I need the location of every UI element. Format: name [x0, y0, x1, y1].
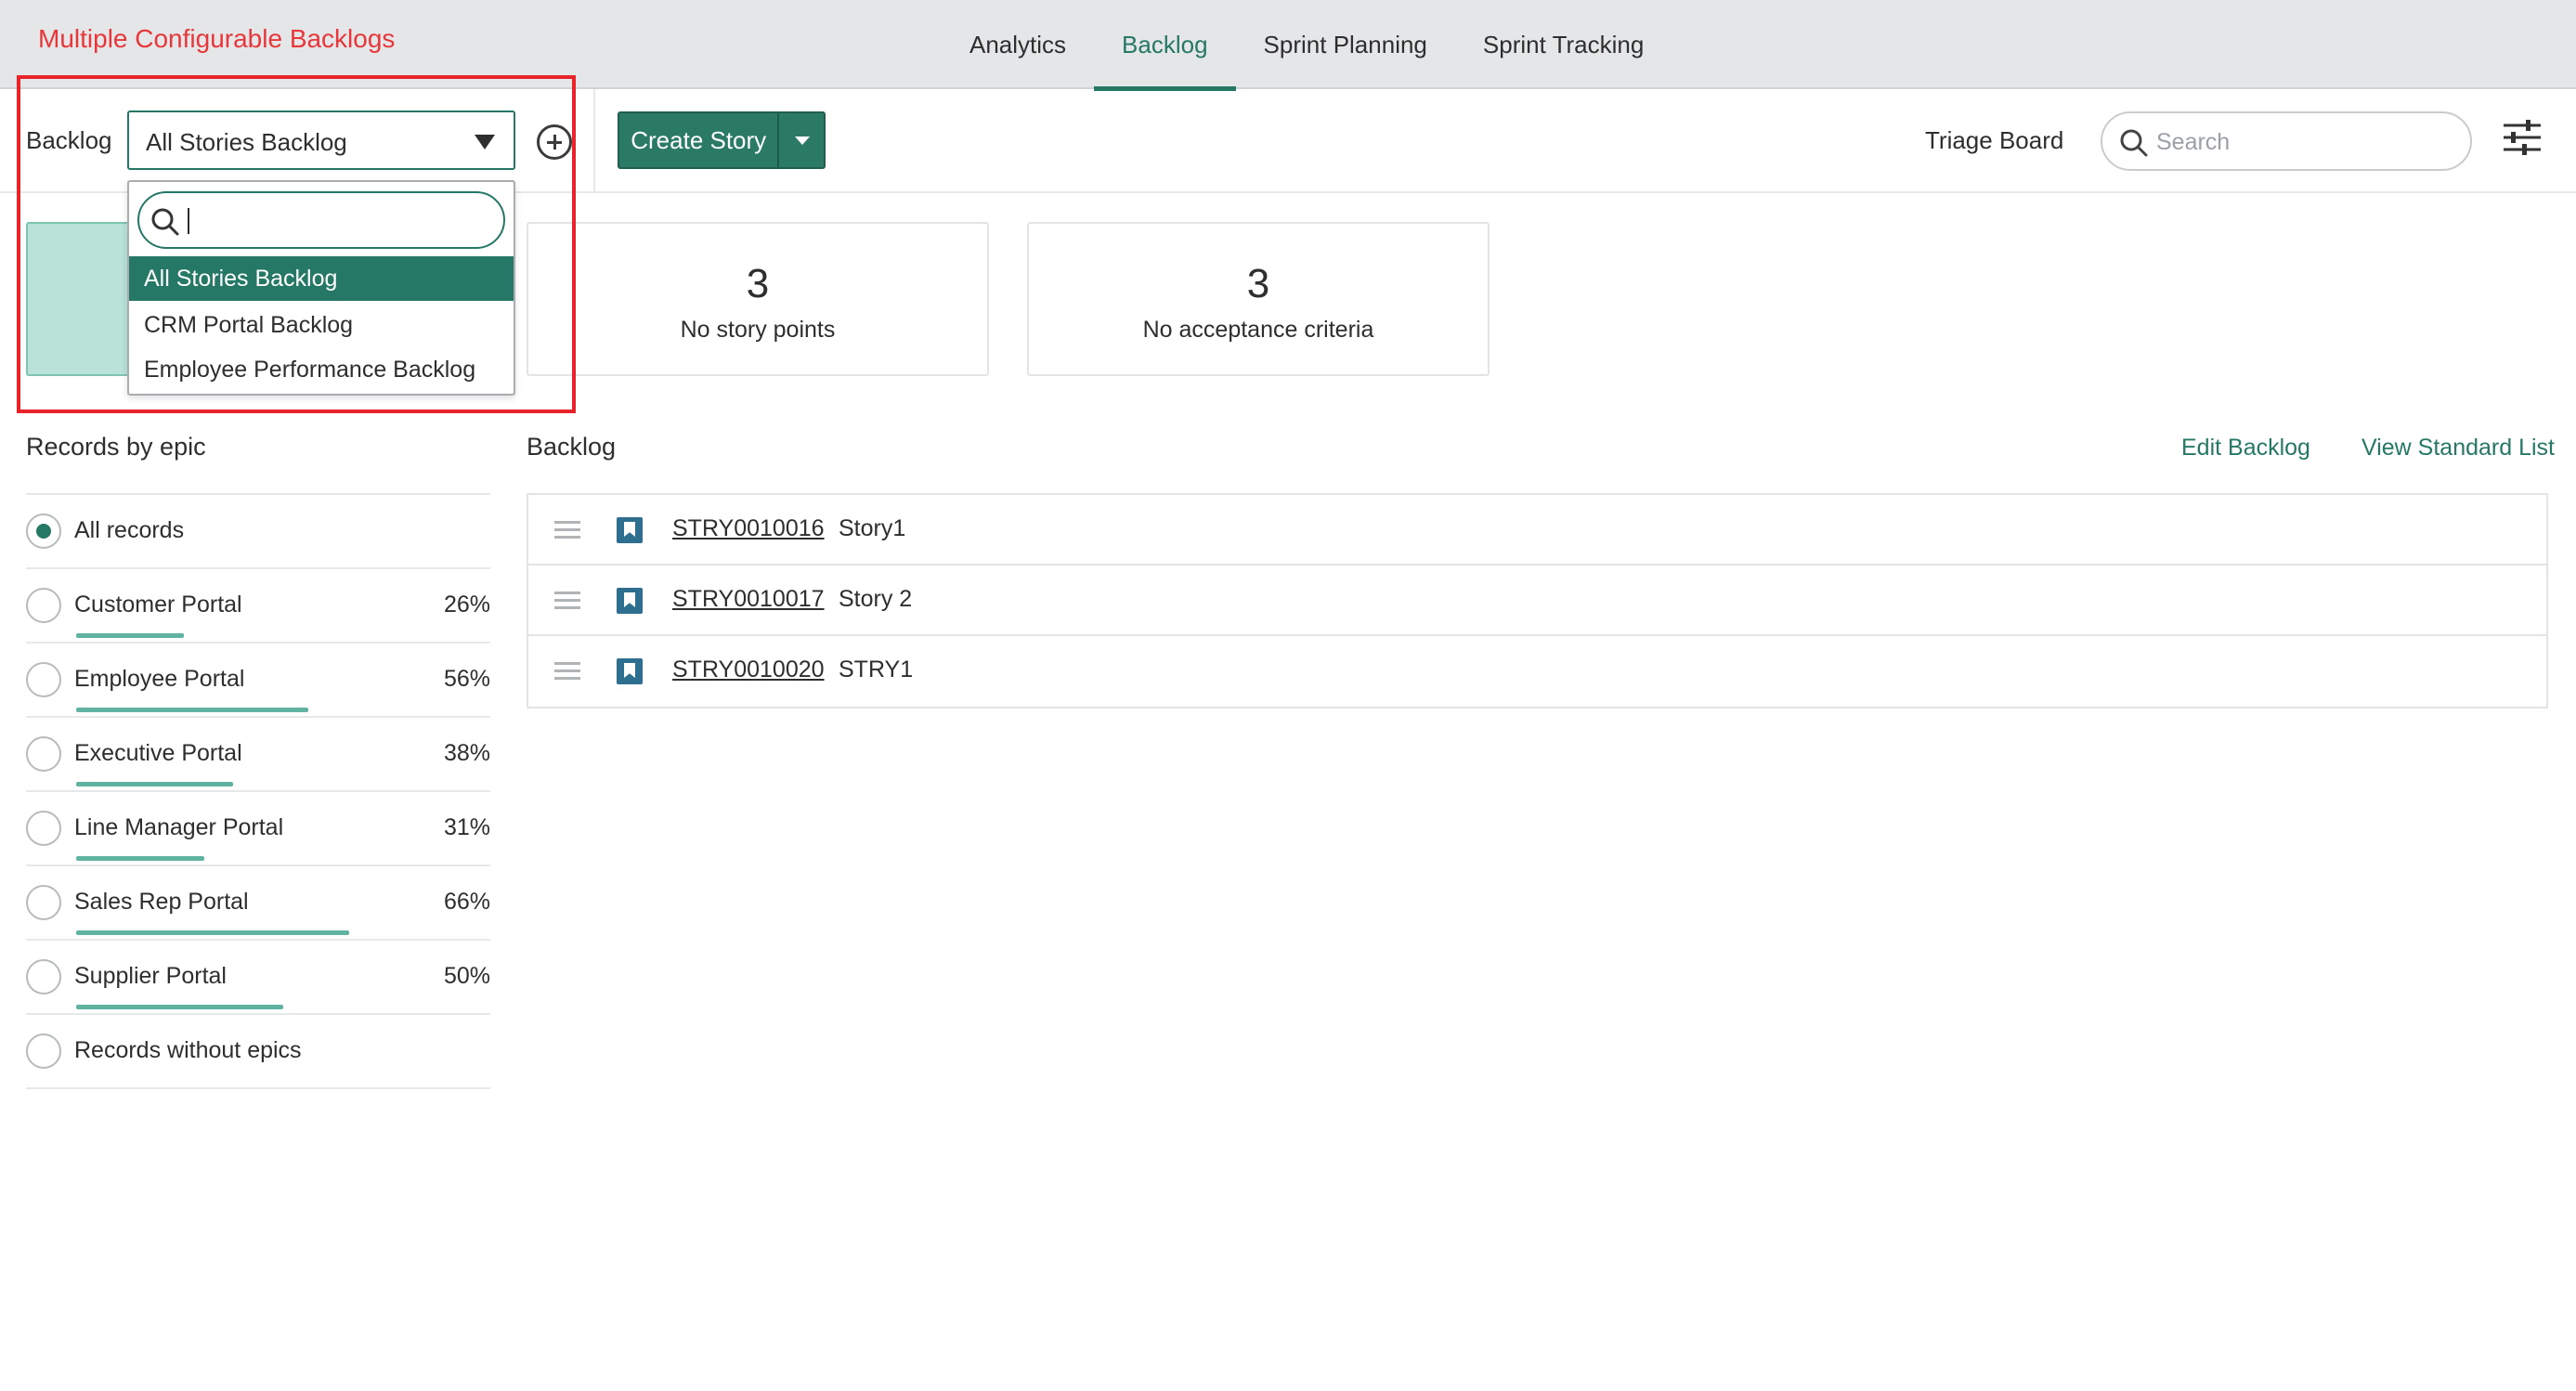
- radio-button[interactable]: [26, 514, 61, 549]
- tab-backlog[interactable]: Backlog: [1094, 0, 1236, 91]
- epic-list: All records Customer Portal 26% Employee…: [26, 493, 490, 1089]
- backlog-dropdown-menu: All Stories Backlog CRM Portal Backlog E…: [127, 180, 515, 396]
- drag-handle-icon[interactable]: [554, 662, 580, 684]
- story-bookmark-icon: [617, 517, 643, 543]
- search-icon: [151, 208, 179, 236]
- backlog-table: STRY0010016 Story1 STRY0010017 Story 2 S…: [527, 493, 2548, 708]
- table-row[interactable]: STRY0010017 Story 2: [528, 566, 2546, 636]
- epic-name: Sales Rep Portal: [74, 889, 249, 915]
- epic-progress-bar: [76, 782, 233, 786]
- tab-bar: Analytics Backlog Sprint Planning Sprint…: [942, 0, 1672, 91]
- backlog-heading: Backlog: [527, 433, 617, 461]
- story-bookmark-icon: [617, 658, 643, 684]
- top-bar: Multiple Configurable Backlogs Analytics…: [0, 0, 2576, 91]
- radio-button[interactable]: [26, 1034, 61, 1069]
- backlog-label: Backlog: [26, 126, 112, 154]
- epic-name: Customer Portal: [74, 592, 242, 618]
- epic-name: Records without epics: [74, 1037, 302, 1063]
- epic-percent: 38%: [443, 740, 490, 766]
- add-backlog-icon[interactable]: [537, 124, 572, 160]
- epic-progress-bar: [76, 633, 184, 638]
- epic-name: All records: [74, 517, 185, 543]
- epic-row[interactable]: Executive Portal 38%: [26, 718, 490, 792]
- search-icon: [2120, 129, 2148, 157]
- drag-handle-icon[interactable]: [554, 521, 580, 543]
- epic-row-records-without-epics[interactable]: Records without epics: [26, 1015, 490, 1089]
- epic-row[interactable]: Supplier Portal 50%: [26, 941, 490, 1015]
- create-story-button-group: Create Story: [618, 111, 826, 169]
- text-cursor: [188, 208, 189, 234]
- story-number-link[interactable]: STRY0010017: [672, 586, 825, 613]
- epic-percent: 26%: [443, 592, 490, 618]
- annotation-title: Multiple Configurable Backlogs: [38, 24, 396, 53]
- search-box: [2101, 111, 2472, 171]
- tab-sprint-tracking[interactable]: Sprint Tracking: [1455, 0, 1672, 89]
- epic-row[interactable]: Sales Rep Portal 66%: [26, 866, 490, 941]
- tab-sprint-planning[interactable]: Sprint Planning: [1236, 0, 1455, 89]
- epic-row[interactable]: Line Manager Portal 31%: [26, 792, 490, 866]
- radio-button[interactable]: [26, 959, 61, 994]
- epic-name: Supplier Portal: [74, 963, 227, 989]
- story-title: STRY1: [839, 656, 914, 682]
- stat-card-no-acceptance-criteria[interactable]: 3 No acceptance criteria: [1027, 222, 1490, 376]
- table-row[interactable]: STRY0010020 STRY1: [528, 636, 2546, 707]
- search-input[interactable]: [2156, 124, 2435, 160]
- epic-percent: 31%: [443, 814, 490, 840]
- stat-label: No acceptance criteria: [1142, 317, 1374, 343]
- dropdown-search-input[interactable]: [137, 191, 505, 249]
- view-standard-list-link[interactable]: View Standard List: [2361, 435, 2555, 462]
- stat-value: 3: [746, 261, 770, 306]
- epic-row[interactable]: Customer Portal 26%: [26, 569, 490, 644]
- story-bookmark-icon: [617, 588, 643, 614]
- stat-value: 3: [1246, 261, 1270, 306]
- edit-backlog-link[interactable]: Edit Backlog: [2181, 435, 2310, 462]
- stat-label: No story points: [680, 317, 836, 343]
- story-title: Story 2: [839, 586, 913, 612]
- epic-progress-bar: [76, 856, 204, 861]
- epic-row[interactable]: Employee Portal 56%: [26, 644, 490, 718]
- filter-settings-icon[interactable]: [2502, 117, 2543, 158]
- story-number-link[interactable]: STRY0010020: [672, 656, 825, 683]
- dropdown-option-all-stories-backlog[interactable]: All Stories Backlog: [129, 256, 514, 301]
- dropdown-option-employee-performance-backlog[interactable]: Employee Performance Backlog: [129, 347, 514, 392]
- tab-analytics[interactable]: Analytics: [942, 0, 1094, 89]
- toolbar: Backlog All Stories Backlog Create Story…: [0, 89, 2576, 193]
- epic-name: Executive Portal: [74, 740, 242, 766]
- radio-button[interactable]: [26, 811, 61, 846]
- dropdown-option-crm-portal-backlog[interactable]: CRM Portal Backlog: [129, 303, 514, 347]
- triage-board-link[interactable]: Triage Board: [1925, 126, 2063, 155]
- epic-percent: 56%: [443, 666, 490, 692]
- backlog-select-value: All Stories Backlog: [146, 128, 347, 156]
- story-number-link[interactable]: STRY0010016: [672, 515, 825, 542]
- epic-name: Line Manager Portal: [74, 814, 284, 840]
- epic-name: Employee Portal: [74, 666, 245, 692]
- epic-progress-bar: [76, 930, 349, 935]
- stat-card-no-story-points[interactable]: 3 No story points: [527, 222, 989, 376]
- story-title: Story1: [839, 515, 906, 541]
- epic-percent: 66%: [443, 889, 490, 915]
- table-row[interactable]: STRY0010016 Story1: [528, 495, 2546, 566]
- radio-button[interactable]: [26, 885, 61, 920]
- epic-percent: 50%: [443, 963, 490, 989]
- drag-handle-icon[interactable]: [554, 592, 580, 614]
- chevron-down-icon: [475, 135, 495, 150]
- toolbar-divider: [593, 89, 595, 193]
- epic-progress-bar: [76, 708, 308, 712]
- backlog-select[interactable]: All Stories Backlog: [127, 110, 515, 170]
- radio-button[interactable]: [26, 736, 61, 772]
- radio-button[interactable]: [26, 588, 61, 623]
- create-story-menu-caret-icon[interactable]: [777, 113, 824, 167]
- epic-row-all-records[interactable]: All records: [26, 495, 490, 569]
- radio-button[interactable]: [26, 662, 61, 697]
- epic-progress-bar: [76, 1005, 283, 1009]
- records-by-epic-heading: Records by epic: [26, 433, 206, 461]
- create-story-button[interactable]: Create Story: [619, 113, 777, 167]
